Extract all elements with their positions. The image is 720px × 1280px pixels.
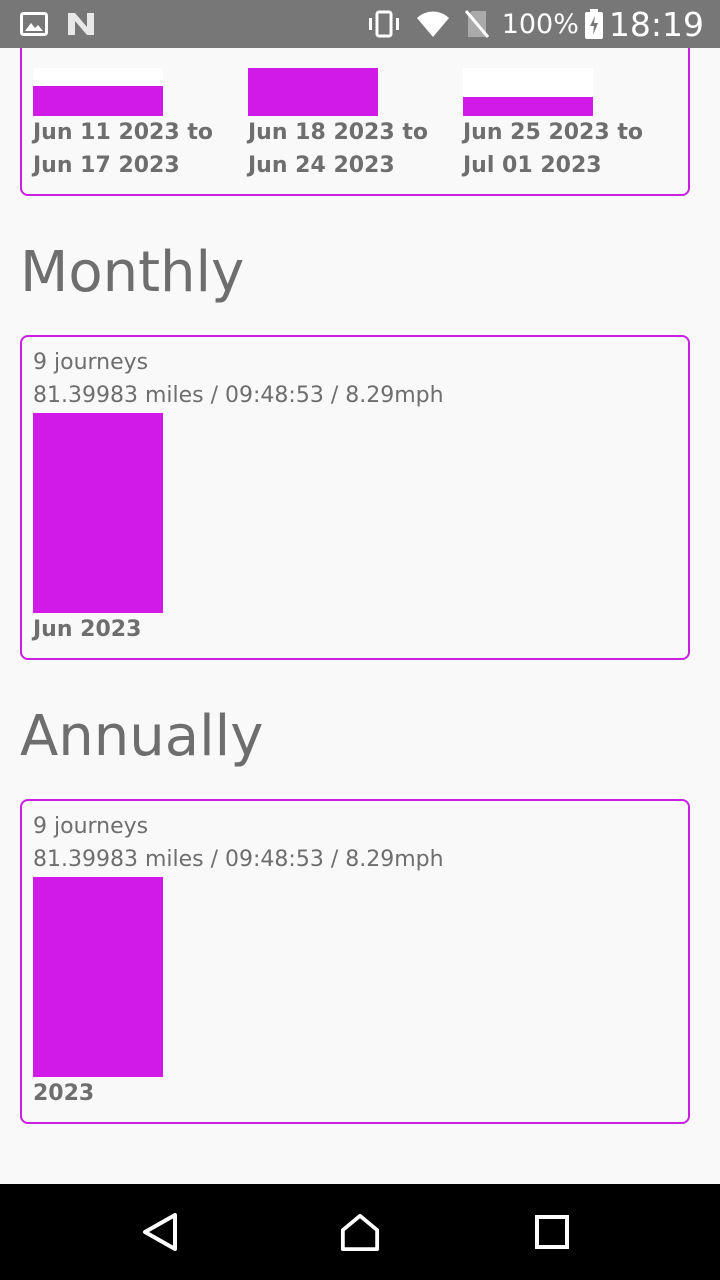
month-label: Jun 2023: [33, 617, 142, 642]
week-label: Jun 25 2023 to Jul 01 2023: [463, 120, 643, 178]
annually-heading: Annually: [20, 704, 264, 769]
bar-track: [33, 68, 163, 116]
weekly-card: Jun 11 2023 to Jun 17 2023 Jun 18 2023 t…: [20, 48, 690, 196]
journey-count: 9 journeys: [33, 814, 149, 839]
monthly-heading: Monthly: [20, 240, 245, 305]
recents-icon[interactable]: [532, 1212, 572, 1252]
bar-track: [463, 68, 593, 116]
bar-fill: [33, 86, 163, 116]
wifi-icon: [416, 10, 450, 38]
n-icon: [66, 11, 96, 37]
bar-track: [248, 68, 378, 116]
annual-card: 9 journeys 81.39983 miles / 09:48:53 / 8…: [20, 799, 690, 1124]
year-label: 2023: [33, 1081, 95, 1106]
vibrate-icon: [366, 10, 402, 38]
week-label: Jun 11 2023 to Jun 17 2023: [33, 120, 213, 178]
navigation-bar: [0, 1184, 720, 1280]
bar-fill: [33, 413, 163, 613]
back-icon[interactable]: [140, 1212, 180, 1252]
bar-track: [33, 877, 163, 1077]
stats-content[interactable]: Jun 11 2023 to Jun 17 2023 Jun 18 2023 t…: [0, 48, 720, 1184]
bar-fill: [248, 68, 378, 116]
journey-stats: 81.39983 miles / 09:48:53 / 8.29mph: [33, 383, 444, 408]
journey-count: 9 journeys: [33, 350, 149, 375]
battery-charging-icon: [584, 9, 603, 39]
bar-track: [33, 413, 163, 613]
clock: 18:19: [608, 4, 704, 44]
battery-percentage: 100%: [501, 8, 579, 40]
status-bar: 100% 18:19: [0, 0, 720, 48]
image-icon: [20, 12, 48, 36]
no-sim-icon: [464, 9, 490, 39]
bar-fill: [463, 96, 593, 116]
bar-fill: [33, 877, 163, 1077]
week-label: Jun 18 2023 to Jun 24 2023: [248, 120, 428, 178]
journey-stats: 81.39983 miles / 09:48:53 / 8.29mph: [33, 847, 444, 872]
monthly-card: 9 journeys 81.39983 miles / 09:48:53 / 8…: [20, 335, 690, 660]
home-icon[interactable]: [340, 1212, 380, 1252]
